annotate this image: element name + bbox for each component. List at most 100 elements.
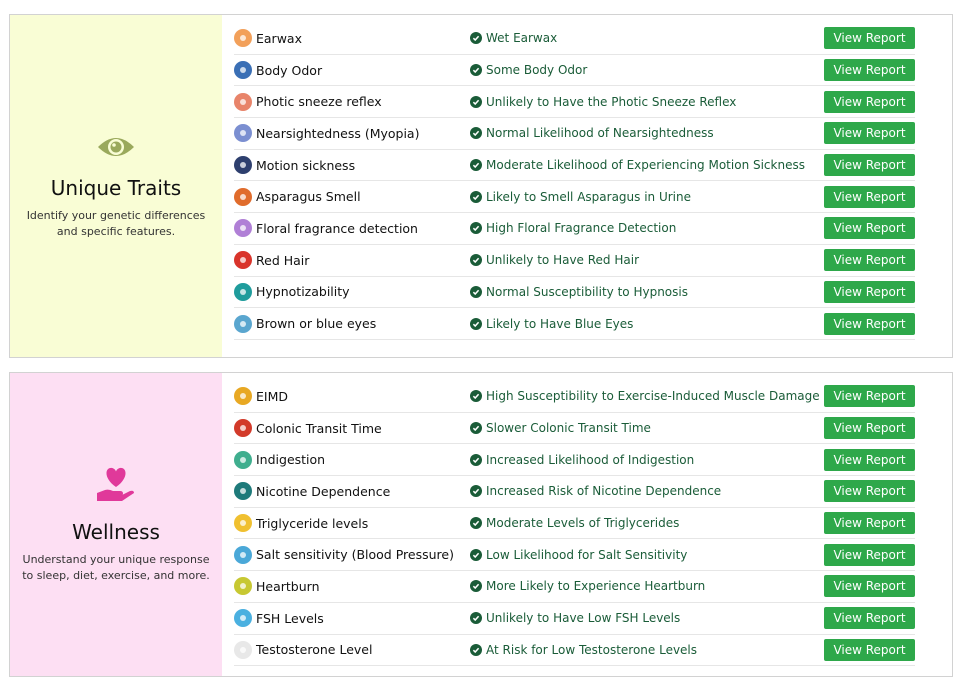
wellness-section: Wellness Understand your unique response… — [9, 372, 953, 677]
eye-icon — [96, 133, 136, 166]
check-icon — [470, 32, 482, 45]
check-icon — [470, 422, 482, 435]
view-report-button[interactable]: View Report — [824, 638, 915, 661]
trait-name: FSH Levels — [256, 610, 324, 626]
heart-hand-icon — [95, 465, 137, 510]
result-text: High Floral Fragrance Detection — [486, 221, 677, 236]
view-report-button[interactable]: View Report — [824, 59, 915, 82]
result: Moderate Levels of Triglycerides — [470, 516, 822, 530]
result: Normal Susceptibility to Hypnosis — [470, 285, 822, 299]
section-description: Understand your unique response to sleep… — [22, 553, 210, 582]
flower-icon — [234, 219, 252, 238]
view-report-button[interactable]: View Report — [824, 154, 915, 177]
trait-name: Motion sickness — [256, 157, 356, 173]
result-text: Likely to Have Blue Eyes — [486, 316, 634, 331]
view-report-button[interactable]: View Report — [824, 575, 915, 598]
asparagus-icon — [234, 187, 252, 206]
view-report-button[interactable]: View Report — [824, 27, 915, 50]
list-item: Brown or blue eyes Likely to Have Blue Ey… — [234, 308, 915, 340]
section-title: Wellness — [72, 520, 160, 544]
trait-name: Earwax — [256, 30, 302, 46]
result: Unlikely to Have the Photic Sneeze Refle… — [470, 95, 822, 109]
wellness-list: EIMD High Susceptibility to Exercise-Indu… — [222, 373, 952, 676]
muscle-icon — [234, 387, 252, 406]
lightning-icon — [234, 640, 252, 659]
result-text: Increased Risk of Nicotine Dependence — [486, 484, 722, 499]
trait-name: Colonic Transit Time — [256, 420, 382, 436]
trait-name: Heartburn — [256, 578, 320, 594]
trait-name: Indigestion — [256, 452, 326, 468]
lipid-drop-icon — [234, 514, 252, 533]
trait-name: Brown or blue eyes — [256, 316, 377, 332]
result: Low Likelihood for Salt Sensitivity — [470, 548, 822, 562]
result-text: Wet Earwax — [486, 31, 558, 46]
list-item: Nearsightedness (Myopia) Normal Likelihoo… — [234, 118, 915, 150]
list-item: Hypnotizability Normal Susceptibility to … — [234, 277, 915, 309]
result-text: Normal Susceptibility to Hypnosis — [486, 284, 688, 299]
list-item: FSH Levels Unlikely to Have Low FSH Level… — [234, 603, 915, 635]
view-report-button[interactable]: View Report — [824, 122, 915, 145]
result-text: Unlikely to Have Low FSH Levels — [486, 611, 681, 626]
boat-icon — [234, 156, 252, 175]
view-report-button[interactable]: View Report — [824, 217, 915, 240]
tissue-icon — [234, 92, 252, 111]
list-item: Asparagus Smell Likely to Smell Asparagus… — [234, 181, 915, 214]
list-item: Heartburn More Likely to Experience Heart… — [234, 571, 915, 603]
view-report-button[interactable]: View Report — [824, 280, 915, 303]
view-report-button[interactable]: View Report — [824, 385, 915, 408]
result-text: Moderate Likelihood of Experiencing Moti… — [486, 158, 805, 173]
view-report-button[interactable]: View Report — [824, 249, 915, 272]
unique-traits-sidebar: Unique Traits Identify your genetic diff… — [10, 15, 222, 357]
result-text: Low Likelihood for Salt Sensitivity — [486, 547, 688, 562]
list-item: Red Hair Unlikely to Have Red Hair View Re… — [234, 245, 915, 277]
red-hair-icon — [234, 251, 252, 270]
check-icon — [470, 485, 482, 498]
cigarette-icon — [234, 482, 252, 501]
view-report-button[interactable]: View Report — [824, 480, 915, 503]
blue-eye-icon — [234, 314, 252, 333]
trait-name: Triglyceride levels — [256, 515, 369, 531]
view-report-button[interactable]: View Report — [824, 312, 915, 335]
trait-name: Floral fragrance detection — [256, 220, 418, 236]
view-report-button[interactable]: View Report — [824, 543, 915, 566]
result-text: High Susceptibility to Exercise-Induced … — [486, 389, 820, 404]
hormone-molecule-icon — [234, 609, 252, 628]
check-icon — [470, 64, 482, 77]
check-icon — [470, 222, 482, 235]
result-text: Some Body Odor — [486, 63, 588, 78]
list-item: Earwax Wet Earwax View Report — [234, 23, 915, 55]
check-icon — [470, 580, 482, 593]
view-report-button[interactable]: View Report — [824, 448, 915, 471]
list-item: Photic sneeze reflex Unlikely to Have the… — [234, 86, 915, 119]
check-icon — [470, 159, 482, 172]
check-icon — [470, 285, 482, 298]
result: High Susceptibility to Exercise-Induced … — [470, 389, 822, 403]
trait-name: Nearsightedness (Myopia) — [256, 125, 420, 141]
odor-waves-icon — [234, 61, 252, 80]
check-icon — [470, 390, 482, 403]
section-title: Unique Traits — [50, 175, 182, 200]
result: Wet Earwax — [470, 31, 822, 45]
view-report-button[interactable]: View Report — [824, 90, 915, 113]
check-icon — [470, 95, 482, 108]
list-item: Indigestion Increased Likelihood of Indig… — [234, 444, 915, 477]
result: Likely to Have Blue Eyes — [470, 317, 822, 331]
unique-traits-section: Unique Traits Identify your genetic diff… — [9, 14, 953, 358]
trait-name: Hypnotizability — [256, 284, 350, 300]
result: Some Body Odor — [470, 63, 822, 77]
traits-list: Earwax Wet Earwax View Report Body Odor Some… — [222, 15, 952, 357]
check-icon — [470, 317, 482, 330]
view-report-button[interactable]: View Report — [824, 185, 915, 208]
result: Increased Risk of Nicotine Dependence — [470, 484, 822, 498]
view-report-button[interactable]: View Report — [824, 417, 915, 440]
view-report-button[interactable]: View Report — [824, 512, 915, 535]
trait-name: Body Odor — [256, 62, 323, 78]
trait-name: EIMD — [256, 388, 288, 404]
view-report-button[interactable]: View Report — [824, 607, 915, 630]
result-text: Normal Likelihood of Nearsightedness — [486, 126, 714, 141]
colon-icon — [234, 419, 252, 438]
result: High Floral Fragrance Detection — [470, 221, 822, 235]
result: Unlikely to Have Red Hair — [470, 253, 822, 267]
trait-name: Asparagus Smell — [256, 189, 361, 205]
check-icon — [470, 453, 482, 466]
